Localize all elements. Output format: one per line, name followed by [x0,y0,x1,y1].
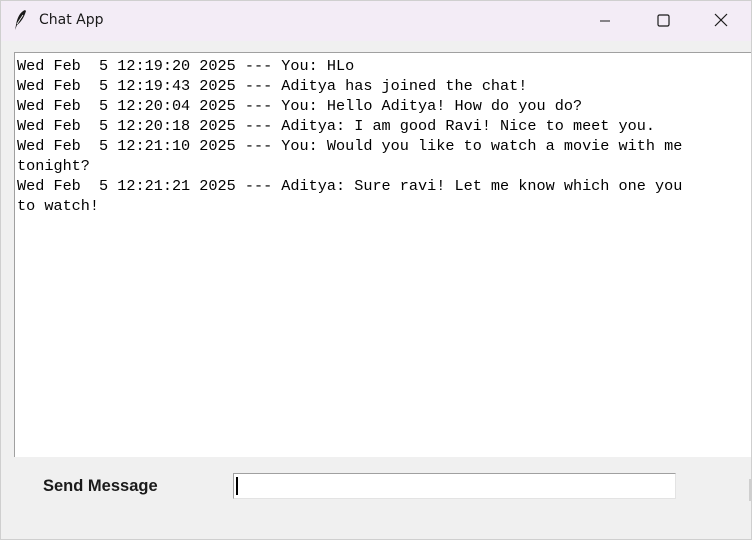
maximize-button[interactable] [634,1,692,41]
chat-line: Wed Feb 5 12:21:21 2025 --- Aditya: Sure… [17,177,683,195]
title-bar[interactable]: Chat App [1,1,751,41]
text-caret [236,477,238,495]
chat-line: Wed Feb 5 12:19:20 2025 --- You: HLo [17,57,355,75]
message-input[interactable] [233,473,676,499]
maximize-icon [656,12,670,31]
close-button[interactable] [692,1,750,41]
minimize-icon [599,12,611,31]
feather-icon [11,9,31,31]
chat-history-text: Wed Feb 5 12:19:20 2025 --- You: HLo Wed… [15,53,751,216]
close-icon [714,12,728,31]
chat-app-window: Chat App Wed Feb 5 12:19:20 2025 --- You… [0,0,752,540]
minimize-button[interactable] [576,1,634,41]
chat-history-textbox[interactable]: Wed Feb 5 12:19:20 2025 --- You: HLo Wed… [14,52,751,457]
chat-line: to watch! [17,197,100,215]
chat-line: Wed Feb 5 12:19:43 2025 --- Aditya has j… [17,77,528,95]
send-message-label: Send Message [43,477,158,495]
window-title: Chat App [39,12,104,28]
chat-line: Wed Feb 5 12:20:18 2025 --- Aditya: I am… [17,117,655,135]
chat-line: Wed Feb 5 12:20:04 2025 --- You: Hello A… [17,97,583,115]
chat-line: tonight? [17,157,90,175]
window-edge-divider [749,479,751,501]
chat-line: Wed Feb 5 12:21:10 2025 --- You: Would y… [17,137,683,155]
